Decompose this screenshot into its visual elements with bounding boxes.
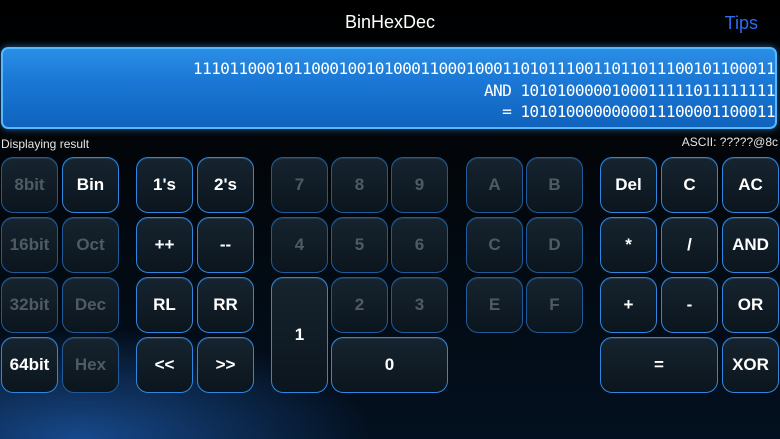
tips-button[interactable]: Tips (725, 13, 758, 34)
xor-button[interactable]: XOR (722, 337, 779, 393)
32bit-button[interactable]: 32bit (1, 277, 58, 333)
status-text: Displaying result (1, 137, 90, 151)
or-button[interactable]: OR (722, 277, 779, 333)
shift-left-button[interactable]: << (136, 337, 193, 393)
clear-button[interactable]: C (661, 157, 718, 213)
digit-8-button[interactable]: 8 (331, 157, 388, 213)
result-display: 1110110001011000100101000110001000110101… (1, 47, 777, 129)
delete-button[interactable]: Del (600, 157, 657, 213)
oct-button[interactable]: Oct (62, 217, 119, 273)
ascii-readout: ASCII: ?????@8c (681, 135, 778, 149)
digit-5-button[interactable]: 5 (331, 217, 388, 273)
decrement-button[interactable]: -- (197, 217, 254, 273)
digit-0-button[interactable]: 0 (331, 337, 448, 393)
app-title: BinHexDec (344, 12, 436, 32)
display-result: = 1010100000000011100001100011 (502, 102, 776, 121)
rotate-left-button[interactable]: RL (136, 277, 193, 333)
dec-button[interactable]: Dec (62, 277, 119, 333)
rotate-right-button[interactable]: RR (197, 277, 254, 333)
display-operand-1: 1110110001011000100101000110001000110101… (192, 59, 776, 78)
display-operand-2: AND 1010100000100011111011111111 (483, 81, 776, 100)
digit-6-button[interactable]: 6 (391, 217, 448, 273)
hex-f-button[interactable]: F (526, 277, 583, 333)
subtract-button[interactable]: - (661, 277, 718, 333)
hex-a-button[interactable]: A (466, 157, 523, 213)
hex-b-button[interactable]: B (526, 157, 583, 213)
all-clear-button[interactable]: AC (722, 157, 779, 213)
increment-button[interactable]: ++ (136, 217, 193, 273)
digit-3-button[interactable]: 3 (391, 277, 448, 333)
and-button[interactable]: AND (722, 217, 779, 273)
hex-e-button[interactable]: E (466, 277, 523, 333)
digit-1-button[interactable]: 1 (271, 277, 328, 393)
add-button[interactable]: + (600, 277, 657, 333)
digit-2-button[interactable]: 2 (331, 277, 388, 333)
digit-7-button[interactable]: 7 (271, 157, 328, 213)
digit-4-button[interactable]: 4 (271, 217, 328, 273)
equals-button[interactable]: = (600, 337, 718, 393)
ones-complement-button[interactable]: 1's (136, 157, 193, 213)
multiply-button[interactable]: * (600, 217, 657, 273)
8bit-button[interactable]: 8bit (1, 157, 58, 213)
divide-button[interactable]: / (661, 217, 718, 273)
64bit-button[interactable]: 64bit (1, 337, 58, 393)
twos-complement-button[interactable]: 2's (197, 157, 254, 213)
hex-d-button[interactable]: D (526, 217, 583, 273)
hex-mode-button[interactable]: Hex (62, 337, 119, 393)
hex-c-button[interactable]: C (466, 217, 523, 273)
bin-button[interactable]: Bin (62, 157, 119, 213)
16bit-button[interactable]: 16bit (1, 217, 58, 273)
digit-9-button[interactable]: 9 (391, 157, 448, 213)
shift-right-button[interactable]: >> (197, 337, 254, 393)
